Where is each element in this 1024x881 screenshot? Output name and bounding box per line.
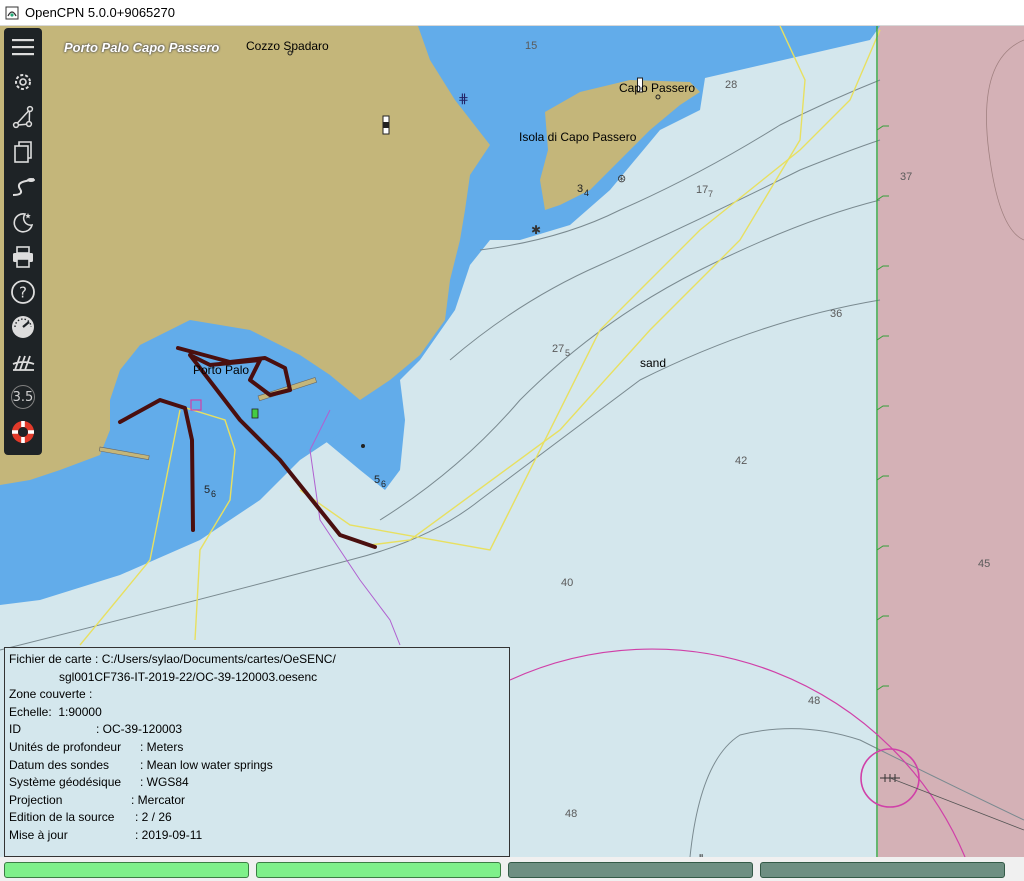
mob-button[interactable]: [8, 416, 38, 448]
info-label: Datum des sondes: [9, 757, 110, 772]
sounding: 40: [561, 577, 574, 589]
sounding: 45: [978, 558, 991, 570]
info-row-id: ID : OC-39-120003: [9, 721, 505, 739]
info-row-unites: Unités de profondeur : Meters: [9, 739, 505, 757]
print-button[interactable]: [8, 241, 38, 273]
info-value: 1:90000: [58, 704, 102, 719]
info-label: ID: [9, 722, 21, 737]
info-value: : 2 / 26: [135, 810, 172, 825]
info-row-systeme: Système géodésique : WGS84: [9, 774, 505, 792]
info-row-datum: Datum des sondes : Mean low water springs: [9, 757, 505, 775]
info-label: Projection: [9, 792, 63, 807]
place-label-porto-palo-capo-passero: Porto Palo Capo Passero: [64, 40, 220, 55]
help-icon: ?: [11, 280, 35, 304]
track-icon: [12, 178, 35, 196]
chart-bar-segment-1[interactable]: [4, 862, 249, 878]
info-value: : 2019-09-11: [135, 827, 203, 842]
sounding: 5: [204, 484, 211, 496]
color-scheme-button[interactable]: [8, 206, 38, 238]
info-row-miseajour: Mise à jour : 2019-09-11: [9, 827, 505, 845]
sounding: 36: [830, 308, 843, 320]
info-value: : Meters: [140, 739, 184, 754]
info-label: Edition de la source: [9, 810, 115, 825]
rock-symbol: ⋕: [458, 92, 469, 107]
info-value: : Mercator: [131, 792, 186, 807]
scale-label: 3.5: [11, 385, 35, 409]
opencpn-app-icon: [4, 5, 20, 21]
info-value: : Mean low water springs: [140, 757, 273, 772]
place-label-isola: Isola di Capo Passero: [519, 130, 637, 144]
sounding: 48: [565, 808, 578, 820]
place-label-capo-passero: Capo Passero: [619, 81, 696, 95]
sounding: 3: [577, 183, 584, 195]
chart-bar-segment-4[interactable]: [760, 862, 1005, 878]
info-row-fichier: Fichier de carte : C:/Users/sylao/Docume…: [9, 651, 505, 669]
lighthouse-icon: [382, 115, 390, 135]
menu-button[interactable]: [8, 31, 38, 63]
track-button[interactable]: [8, 171, 38, 203]
help-button[interactable]: ?: [8, 276, 38, 308]
info-row-zone: Zone couverte :: [9, 686, 505, 704]
route-manager-button[interactable]: [8, 136, 38, 168]
gear-icon: [15, 74, 31, 90]
documents-icon: [14, 141, 32, 163]
sounding: 4: [584, 188, 590, 198]
sounding: 6: [381, 479, 387, 489]
tides-button[interactable]: [8, 346, 38, 378]
sounding: 17: [696, 184, 709, 196]
title-bar: OpenCPN 5.0.0+9065270: [0, 0, 1024, 26]
moon-star-icon: [13, 213, 34, 233]
info-row-fichier-cont: sgl001CF736-IT-2019-22/OC-39-120003.oese…: [9, 669, 505, 687]
route-icon: [12, 105, 34, 129]
sounding: 37: [900, 171, 913, 183]
lifebuoy-icon: [12, 421, 34, 443]
landmark-dot: [361, 444, 365, 448]
info-value: : OC-39-120003: [96, 722, 183, 737]
info-value: sgl001CF736-IT-2019-22/OC-39-120003.oese…: [59, 669, 318, 684]
dashboard-button[interactable]: [8, 311, 38, 343]
printer-icon: [13, 246, 33, 268]
seabed-label-sand: sand: [640, 356, 667, 370]
rock-symbol: ✱: [531, 223, 541, 237]
sounding: 6: [211, 489, 217, 499]
hamburger-icon: [12, 39, 34, 56]
sounding: 5: [374, 474, 381, 486]
info-label: Fichier de carte :: [9, 652, 99, 666]
settings-button[interactable]: [8, 66, 38, 98]
info-label: Zone couverte :: [9, 687, 93, 702]
place-label-cozzo-spadaro: Cozzo Spadaro: [246, 39, 329, 53]
chart-bar-segment-2[interactable]: [256, 862, 501, 878]
tide-icon: [12, 355, 35, 371]
scale-button[interactable]: 3.5: [8, 381, 38, 413]
info-row-edition: Edition de la source : 2 / 26: [9, 809, 505, 827]
info-value: C:/Users/sylao/Documents/cartes/OeSENC/: [101, 652, 336, 666]
chart-bar-segment-3[interactable]: [508, 862, 753, 878]
sounding: 48: [808, 695, 821, 707]
sounding: 15: [525, 40, 538, 52]
window-title: OpenCPN 5.0.0+9065270: [25, 5, 175, 20]
sounding: 5: [565, 348, 571, 358]
rock-symbol: ⊛: [617, 172, 626, 185]
info-row-projection: Projection : Mercator: [9, 792, 505, 810]
sounding: 28: [725, 79, 738, 91]
info-label: Unités de profondeur: [9, 739, 122, 754]
info-label: Système géodésique: [9, 775, 122, 790]
info-label: Mise à jour: [9, 827, 68, 842]
place-label-porto-palo: Porto Palo: [193, 363, 250, 377]
sounding: 7: [708, 189, 714, 199]
buoy-green: [251, 408, 259, 419]
restricted-area: [878, 26, 1024, 857]
route-button[interactable]: [8, 101, 38, 133]
info-label: Echelle:: [9, 704, 52, 719]
svg-text:?: ?: [19, 284, 27, 302]
info-row-echelle: Echelle: 1:90000: [9, 704, 505, 722]
sounding: 42: [735, 455, 748, 467]
gauge-icon: [12, 316, 34, 338]
info-value: : WGS84: [140, 775, 189, 790]
sounding: 27: [552, 343, 565, 355]
main-toolbar: ? 3.5: [4, 28, 42, 455]
chart-info-panel: Fichier de carte : C:/Users/sylao/Docume…: [4, 647, 510, 857]
